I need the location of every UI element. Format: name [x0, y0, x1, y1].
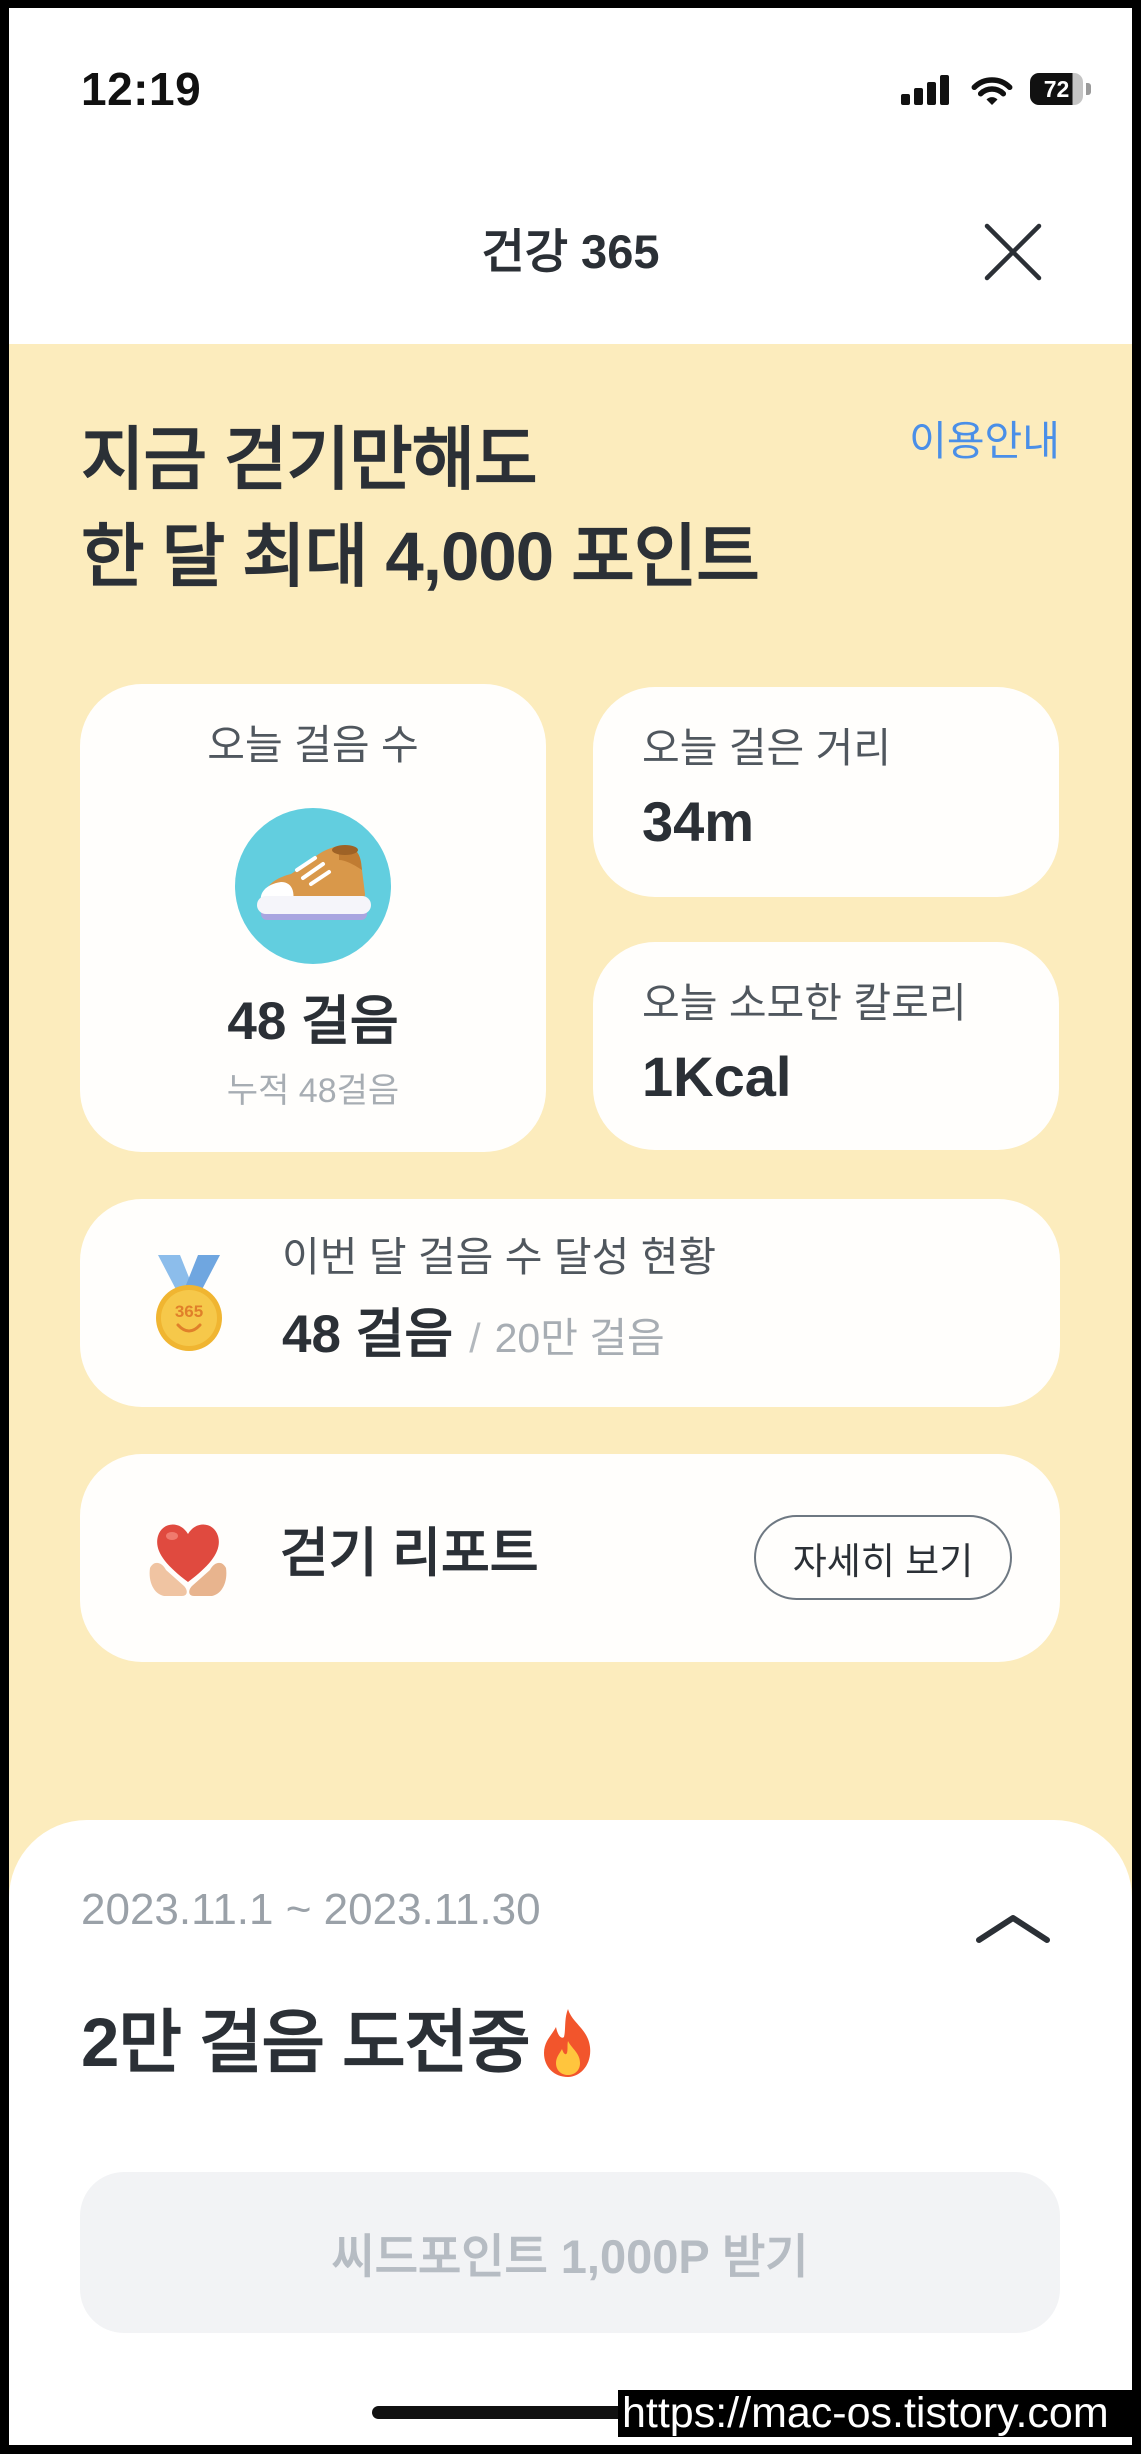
- challenge-title: 2만 걸음 도전중: [81, 2004, 531, 2081]
- monthly-progress-value: 48 걸음 / 20만 걸음: [282, 1303, 665, 1367]
- challenge-heading: 2만 걸음 도전중: [81, 2001, 600, 2085]
- challenge-sheet: 2023.11.1 ~ 2023.11.30 2만 걸음 도전중 씨드포인트 1…: [9, 1820, 1132, 2445]
- phone-screen: 12:19 72 건강 365 지금 걷기만해도 한 달 최대 4,000 포인…: [9, 8, 1132, 2445]
- watermark: https://mac-os.tistory.com: [618, 2390, 1132, 2437]
- challenge-period: 2023.11.1 ~ 2023.11.30: [81, 1885, 541, 1934]
- today-calories-label: 오늘 소모한 칼로리: [642, 980, 967, 1026]
- battery-icon: 72: [1030, 73, 1092, 105]
- wifi-icon: [971, 77, 1013, 105]
- view-details-button[interactable]: 자세히 보기: [754, 1515, 1012, 1600]
- sneaker-icon: [235, 808, 391, 964]
- hero-headline-line1: 지금 걷기만해도: [81, 421, 538, 498]
- chevron-up-icon: [976, 1915, 1050, 1943]
- collapse-sheet-button[interactable]: [973, 1908, 1053, 1948]
- reward-button[interactable]: 씨드포인트 1,000P 받기: [80, 2172, 1060, 2333]
- monthly-current-steps: 48 걸음: [282, 1305, 454, 1364]
- heart-in-hands-icon: [149, 1524, 227, 1596]
- monthly-separator: /: [469, 1315, 481, 1361]
- today-steps-label: 오늘 걸음 수: [207, 722, 419, 768]
- page-title: 건강 365: [481, 225, 660, 278]
- today-calories-value: 1Kcal: [642, 1045, 792, 1108]
- monthly-goal-steps: 20만 걸음: [494, 1315, 665, 1361]
- today-steps-value: 48 걸음: [227, 992, 399, 1051]
- hero-headline: 지금 걷기만해도 한 달 최대 4,000 포인트: [81, 411, 760, 605]
- medal-label: 365: [175, 1302, 203, 1321]
- page: 12:19 72 건강 365 지금 걷기만해도 한 달 최대 4,000 포인…: [0, 0, 1141, 2454]
- today-calories-card: 오늘 소모한 칼로리 1Kcal: [593, 942, 1059, 1150]
- today-distance-label: 오늘 걸은 거리: [642, 725, 892, 771]
- fire-icon: [543, 2009, 590, 2077]
- monthly-progress-label: 이번 달 걸음 수 달성 현황: [282, 1234, 717, 1280]
- medal-icon: 365: [156, 1255, 222, 1351]
- monthly-progress-card: 365 이번 달 걸음 수 달성 현황 48 걸음 / 20만 걸음: [80, 1199, 1060, 1407]
- usage-guide-link[interactable]: 이용안내: [909, 416, 1060, 466]
- today-distance-value: 34m: [642, 790, 755, 853]
- today-distance-card: 오늘 걸은 거리 34m: [593, 687, 1059, 897]
- battery-nub: [1086, 83, 1091, 95]
- walking-report-title: 걷기 리포트: [280, 1524, 539, 1583]
- cellular-signal-icon: [901, 75, 949, 105]
- battery-level: 72: [1030, 73, 1083, 105]
- hero-headline-line2: 한 달 최대 4,000 포인트: [81, 518, 760, 595]
- today-steps-card: 오늘 걸음 수 48 걸음 누적 48걸음: [80, 684, 546, 1152]
- close-icon: [984, 223, 1042, 281]
- walking-report-card: 걷기 리포트 자세히 보기: [80, 1454, 1060, 1662]
- cumulative-steps: 누적 48걸음: [226, 1072, 400, 1110]
- close-button[interactable]: [978, 217, 1048, 287]
- status-time: 12:19: [81, 63, 202, 115]
